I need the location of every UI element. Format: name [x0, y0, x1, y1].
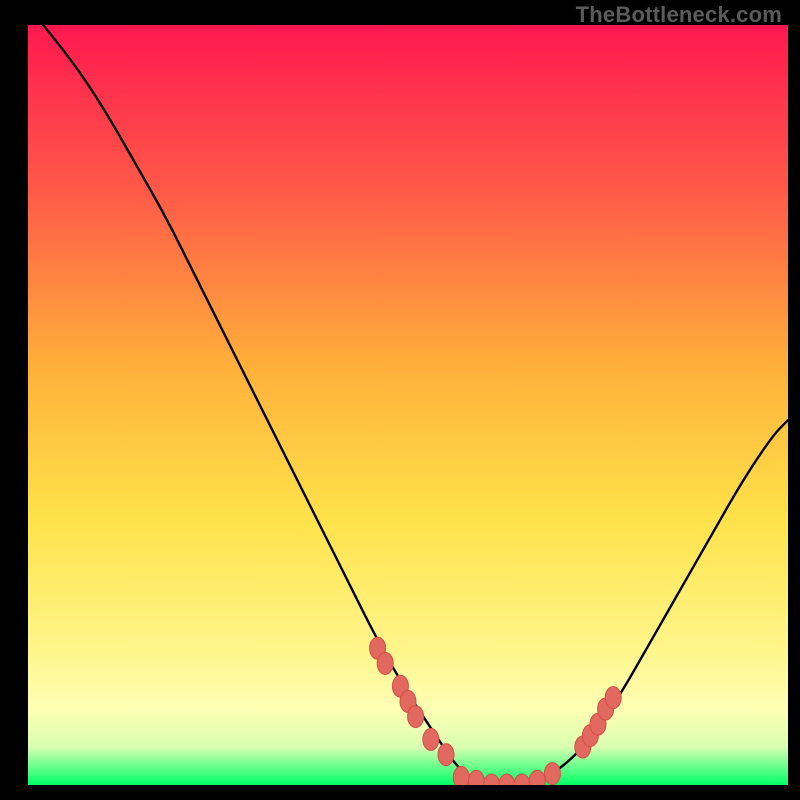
data-marker [408, 706, 424, 728]
data-marker [544, 763, 560, 785]
watermark-text: TheBottleneck.com [576, 2, 782, 28]
bottleneck-chart [28, 25, 788, 785]
data-marker [423, 728, 439, 750]
data-marker [438, 744, 454, 766]
data-marker [605, 687, 621, 709]
data-marker [453, 766, 469, 785]
data-marker [377, 652, 393, 674]
gradient-background [28, 25, 788, 785]
chart-frame [28, 25, 788, 785]
